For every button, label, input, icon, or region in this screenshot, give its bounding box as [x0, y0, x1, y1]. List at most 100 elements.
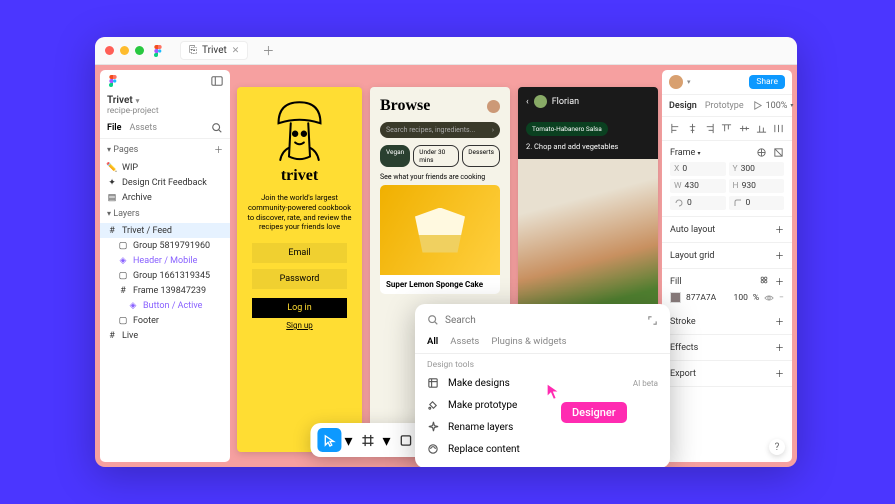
add-icon[interactable]: ＋: [775, 315, 784, 328]
recipe-search[interactable]: Search recipes, ingredients... ›: [380, 122, 500, 138]
add-icon[interactable]: ＋: [775, 223, 784, 236]
align-vcenter-icon[interactable]: [739, 123, 750, 134]
signup-link[interactable]: Sign up: [286, 321, 313, 330]
action-row[interactable]: Make designsAI beta: [415, 372, 670, 394]
author-name: Florian: [552, 97, 579, 107]
add-page-button[interactable]: ＋: [214, 143, 223, 156]
fit-icon[interactable]: [773, 147, 784, 158]
actions-search-input[interactable]: [445, 315, 641, 326]
align-bottom-icon[interactable]: [756, 123, 767, 134]
fill-opacity[interactable]: 100: [734, 293, 748, 303]
rotation-input[interactable]: 0: [670, 196, 726, 210]
close-tab-icon[interactable]: ✕: [232, 46, 240, 56]
panel-toggle-icon[interactable]: [211, 75, 223, 87]
author-avatar[interactable]: [534, 95, 547, 108]
pages-heading[interactable]: Pages: [113, 145, 138, 155]
popover-tab[interactable]: Assets: [450, 336, 479, 347]
visibility-icon[interactable]: [764, 293, 774, 303]
export-label[interactable]: Export: [670, 369, 696, 379]
w-input[interactable]: W430: [670, 179, 726, 193]
layer-row[interactable]: ▢Footer: [100, 313, 230, 328]
page-row[interactable]: ▤Archive: [100, 190, 230, 205]
frame-label[interactable]: Frame: [670, 148, 695, 158]
figma-menu-icon[interactable]: [107, 75, 119, 87]
action-label: Make prototype: [448, 400, 517, 411]
window-tab[interactable]: ⎘ Trivet ✕: [180, 41, 248, 60]
h-input[interactable]: H930: [729, 179, 785, 193]
fill-label[interactable]: Fill: [670, 277, 682, 287]
layer-row[interactable]: #Frame 139847239: [100, 283, 230, 298]
page-icon: ✏️: [107, 163, 117, 173]
align-right-icon[interactable]: [704, 123, 715, 134]
layer-row[interactable]: ◈Header / Mobile: [100, 253, 230, 268]
layers-heading[interactable]: Layers: [113, 209, 139, 219]
tab-design[interactable]: Design: [669, 101, 697, 111]
fill-hex[interactable]: 877A7A: [686, 293, 716, 303]
distribute-icon[interactable]: [773, 123, 784, 134]
share-button[interactable]: Share: [749, 75, 785, 89]
brand-logo-text: trivet: [281, 167, 318, 185]
min-dot[interactable]: [120, 46, 129, 55]
frame-tool[interactable]: [355, 428, 379, 452]
filter-pill[interactable]: Vegan: [380, 145, 410, 167]
popover-tab[interactable]: All: [427, 336, 438, 347]
styles-icon[interactable]: [759, 275, 769, 285]
prototype-play-icon[interactable]: [752, 100, 763, 111]
close-dot[interactable]: [105, 46, 114, 55]
user-avatar[interactable]: [669, 75, 683, 89]
action-icon: [427, 377, 440, 389]
max-dot[interactable]: [135, 46, 144, 55]
chevron-down-icon[interactable]: ▾: [687, 78, 691, 86]
help-button[interactable]: ?: [769, 439, 785, 455]
login-button[interactable]: Log in: [252, 298, 347, 318]
layout-grid-label[interactable]: Layout grid: [670, 251, 715, 261]
action-row[interactable]: Rename layers: [415, 416, 670, 438]
back-icon[interactable]: ‹: [526, 97, 529, 107]
remove-icon[interactable]: −: [779, 293, 784, 303]
radius-input[interactable]: 0: [729, 196, 785, 210]
tab-prototype[interactable]: Prototype: [705, 101, 744, 111]
filter-pill[interactable]: Desserts: [462, 145, 500, 167]
x-input[interactable]: X0: [670, 162, 726, 176]
new-tab-button[interactable]: ＋: [262, 42, 274, 59]
file-title[interactable]: Trivet: [107, 95, 133, 106]
page-row[interactable]: ✏️WIP: [100, 160, 230, 175]
layer-row[interactable]: #Trivet / Feed: [100, 223, 230, 238]
password-field[interactable]: Password: [252, 269, 347, 289]
auto-layout-label[interactable]: Auto layout: [670, 225, 715, 235]
expand-icon[interactable]: [647, 315, 658, 326]
tab-file[interactable]: File: [107, 123, 121, 133]
shape-tool[interactable]: [394, 428, 418, 452]
align-hcenter-icon[interactable]: [687, 123, 698, 134]
popover-tab[interactable]: Plugins & widgets: [491, 336, 566, 347]
email-field[interactable]: Email: [252, 243, 347, 263]
y-input[interactable]: Y300: [729, 162, 785, 176]
search-icon[interactable]: [211, 122, 223, 134]
effects-label[interactable]: Effects: [670, 343, 698, 353]
artboard-login[interactable]: trivet Join the world's largest communit…: [237, 87, 362, 452]
add-icon[interactable]: ＋: [775, 249, 784, 262]
zoom-level[interactable]: 100%: [766, 101, 788, 111]
action-row[interactable]: Replace content: [415, 438, 670, 460]
layer-row[interactable]: ▢Group 1661319345: [100, 268, 230, 283]
resize-icon[interactable]: [756, 147, 767, 158]
recipe-card[interactable]: Super Lemon Sponge Cake: [380, 185, 500, 294]
stroke-label[interactable]: Stroke: [670, 317, 696, 327]
align-left-icon[interactable]: [670, 123, 681, 134]
layer-row[interactable]: ◈Button / Active: [100, 298, 230, 313]
fill-swatch[interactable]: [670, 292, 681, 303]
filter-pill[interactable]: Under 30 mins: [413, 145, 459, 167]
tab-assets[interactable]: Assets: [129, 123, 157, 133]
action-row[interactable]: Make prototype: [415, 394, 670, 416]
move-tool[interactable]: [317, 428, 341, 452]
align-top-icon[interactable]: [721, 123, 732, 134]
add-icon[interactable]: ＋: [775, 275, 784, 288]
chevron-down-icon[interactable]: ▾: [136, 97, 140, 105]
recipe-tag[interactable]: Tomato-Habanero Salsa: [526, 122, 608, 136]
layer-row[interactable]: ▢Group 5819791960: [100, 238, 230, 253]
add-icon[interactable]: ＋: [775, 367, 784, 380]
avatar[interactable]: [487, 100, 500, 113]
page-row[interactable]: ✦Design Crit Feedback: [100, 175, 230, 190]
add-icon[interactable]: ＋: [775, 341, 784, 354]
layer-row[interactable]: #Live: [100, 328, 230, 343]
